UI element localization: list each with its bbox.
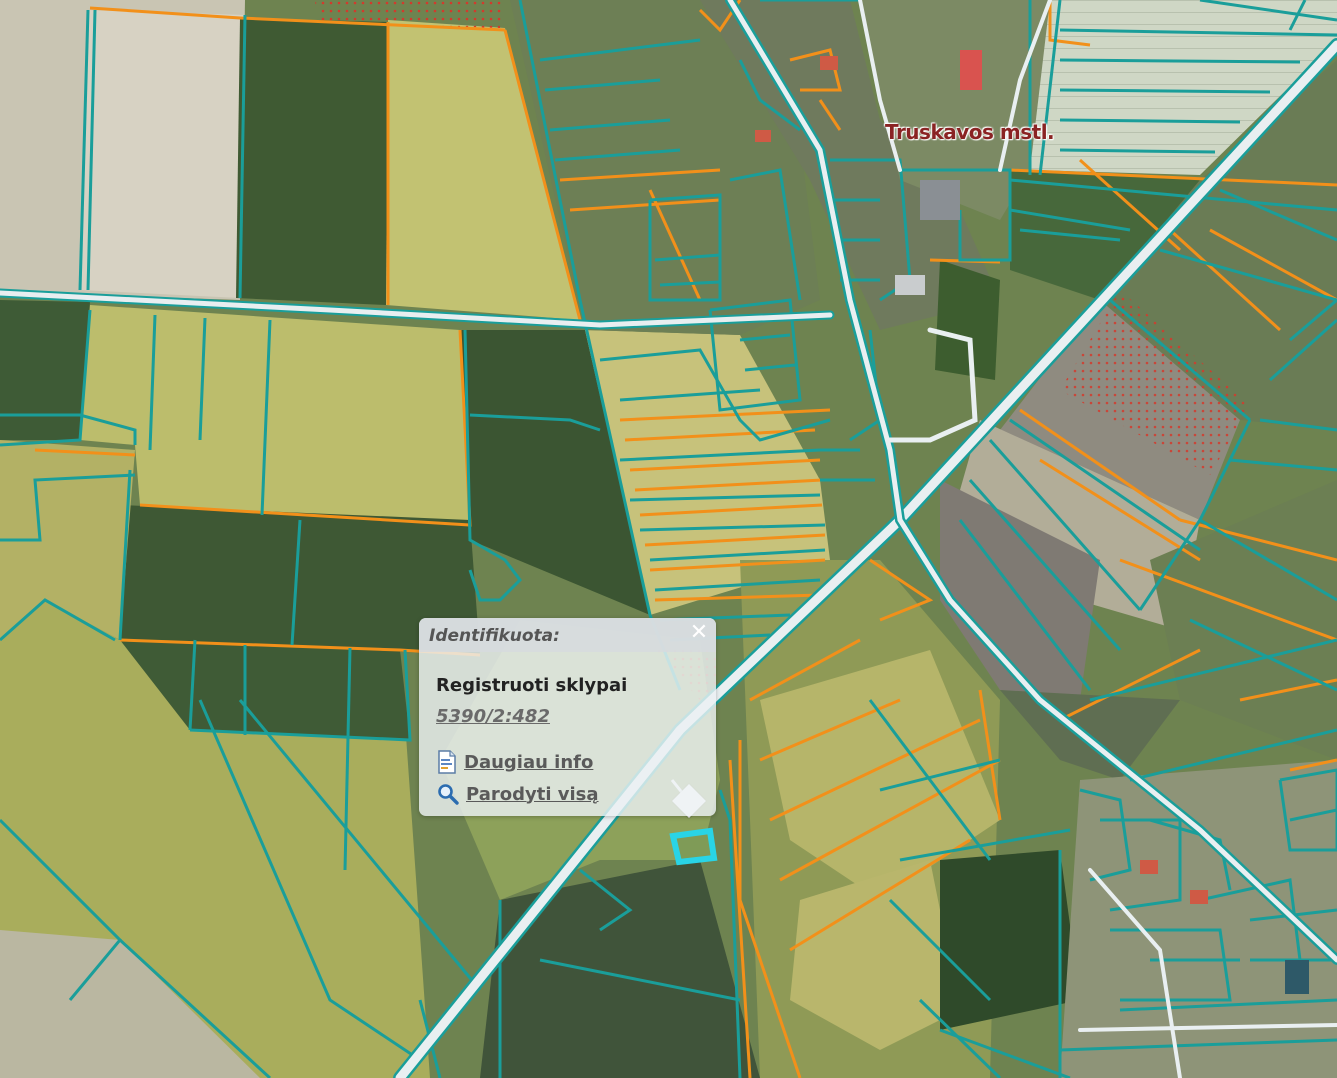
magnifier-icon xyxy=(438,784,459,805)
show-all-label[interactable]: Parodyti visą xyxy=(466,784,599,805)
identify-popup: Identifikuota: ✕ Registruoti sklypai 539… xyxy=(419,618,716,816)
selected-parcel-highlight[interactable] xyxy=(669,827,718,866)
close-icon[interactable]: ✕ xyxy=(689,622,709,644)
layer-title: Registruoti sklypai xyxy=(436,675,628,696)
show-all-link[interactable]: Parodyti visą xyxy=(437,781,599,807)
place-label: Truskavos mstl. xyxy=(885,120,1055,144)
parcel-id-link[interactable]: 5390/2:482 xyxy=(436,706,550,727)
more-info-label[interactable]: Daugiau info xyxy=(464,752,593,773)
map-canvas[interactable] xyxy=(0,0,1337,1078)
popup-title: Identifikuota: xyxy=(429,626,560,646)
field-base-layer xyxy=(0,0,1337,1078)
more-info-link[interactable]: Daugiau info xyxy=(437,749,593,775)
popup-header: Identifikuota: ✕ xyxy=(419,618,716,652)
document-info-icon xyxy=(438,750,456,774)
